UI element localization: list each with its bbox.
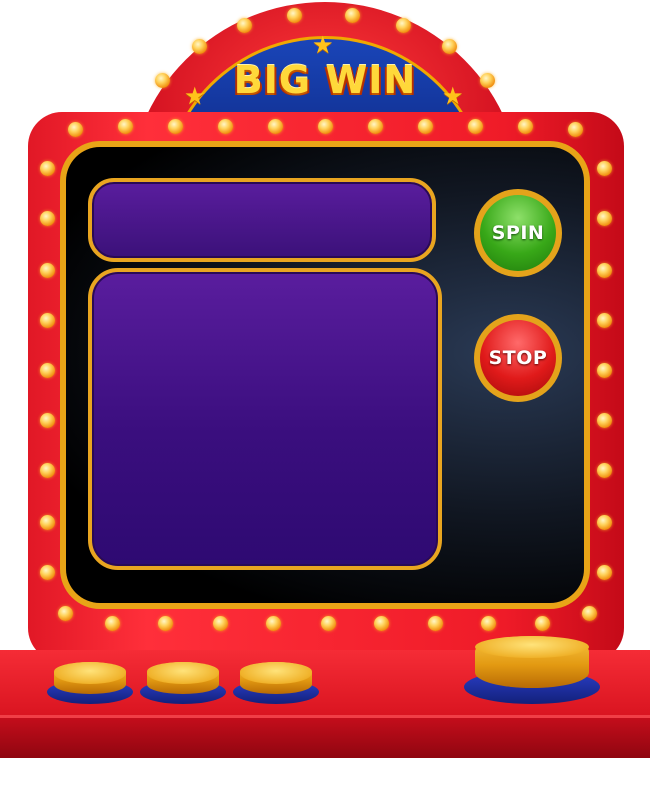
light-bulb <box>40 263 55 278</box>
star-icon: ★ <box>312 31 334 59</box>
big-play-button-cap <box>474 636 590 688</box>
light-bulb <box>418 119 433 134</box>
light-bulb <box>597 161 612 176</box>
light-bulb <box>40 413 55 428</box>
light-bulb <box>268 119 283 134</box>
reels-panel <box>88 268 442 570</box>
big-win-title: BIG WIN <box>233 58 417 102</box>
light-bulb <box>287 8 302 23</box>
light-bulb <box>597 263 612 278</box>
light-bulb <box>481 616 496 631</box>
light-bulb <box>396 18 411 33</box>
light-bulb <box>40 363 55 378</box>
light-bulb <box>597 211 612 226</box>
bet-button-1[interactable] <box>47 658 133 704</box>
light-bulb <box>345 8 360 23</box>
light-bulb <box>597 565 612 580</box>
light-bulb <box>105 616 120 631</box>
spin-button-label: SPIN <box>480 195 556 271</box>
stop-button[interactable]: STOP <box>474 314 562 402</box>
light-bulb <box>58 606 73 621</box>
spin-button[interactable]: SPIN <box>474 189 562 277</box>
light-bulb <box>568 122 583 137</box>
light-bulb <box>213 616 228 631</box>
bet-button-cap <box>239 662 313 694</box>
bet-button-cap <box>146 662 220 694</box>
light-bulb <box>442 39 457 54</box>
light-bulb <box>368 119 383 134</box>
bet-button-3[interactable] <box>233 658 319 704</box>
light-bulb <box>468 119 483 134</box>
light-bulb <box>40 515 55 530</box>
light-bulb <box>480 73 495 88</box>
light-bulb <box>374 616 389 631</box>
light-bulb <box>40 211 55 226</box>
light-bulb <box>118 119 133 134</box>
light-bulb <box>40 161 55 176</box>
light-bulb <box>68 122 83 137</box>
light-bulb <box>582 606 597 621</box>
light-bulb <box>321 616 336 631</box>
light-bulb <box>40 313 55 328</box>
slot-machine: ★ ★ ★ BIG WIN SPIN STOP <box>0 0 650 800</box>
bet-button-cap <box>53 662 127 694</box>
light-bulb <box>518 119 533 134</box>
light-bulb <box>192 39 207 54</box>
light-bulb <box>155 73 170 88</box>
light-bulb <box>158 616 173 631</box>
light-bulb <box>266 616 281 631</box>
light-bulb <box>218 119 233 134</box>
light-bulb <box>597 413 612 428</box>
stop-button-label: STOP <box>480 320 556 396</box>
display-panel <box>88 178 436 262</box>
light-bulb <box>597 463 612 478</box>
light-bulb <box>428 616 443 631</box>
light-bulb <box>597 313 612 328</box>
console-front <box>0 718 650 758</box>
light-bulb <box>597 515 612 530</box>
light-bulb <box>40 463 55 478</box>
big-play-button[interactable] <box>464 634 600 704</box>
light-bulb <box>40 565 55 580</box>
bet-button-2[interactable] <box>140 658 226 704</box>
light-bulb <box>318 119 333 134</box>
light-bulb <box>168 119 183 134</box>
light-bulb <box>597 363 612 378</box>
light-bulb <box>237 18 252 33</box>
light-bulb <box>535 616 550 631</box>
